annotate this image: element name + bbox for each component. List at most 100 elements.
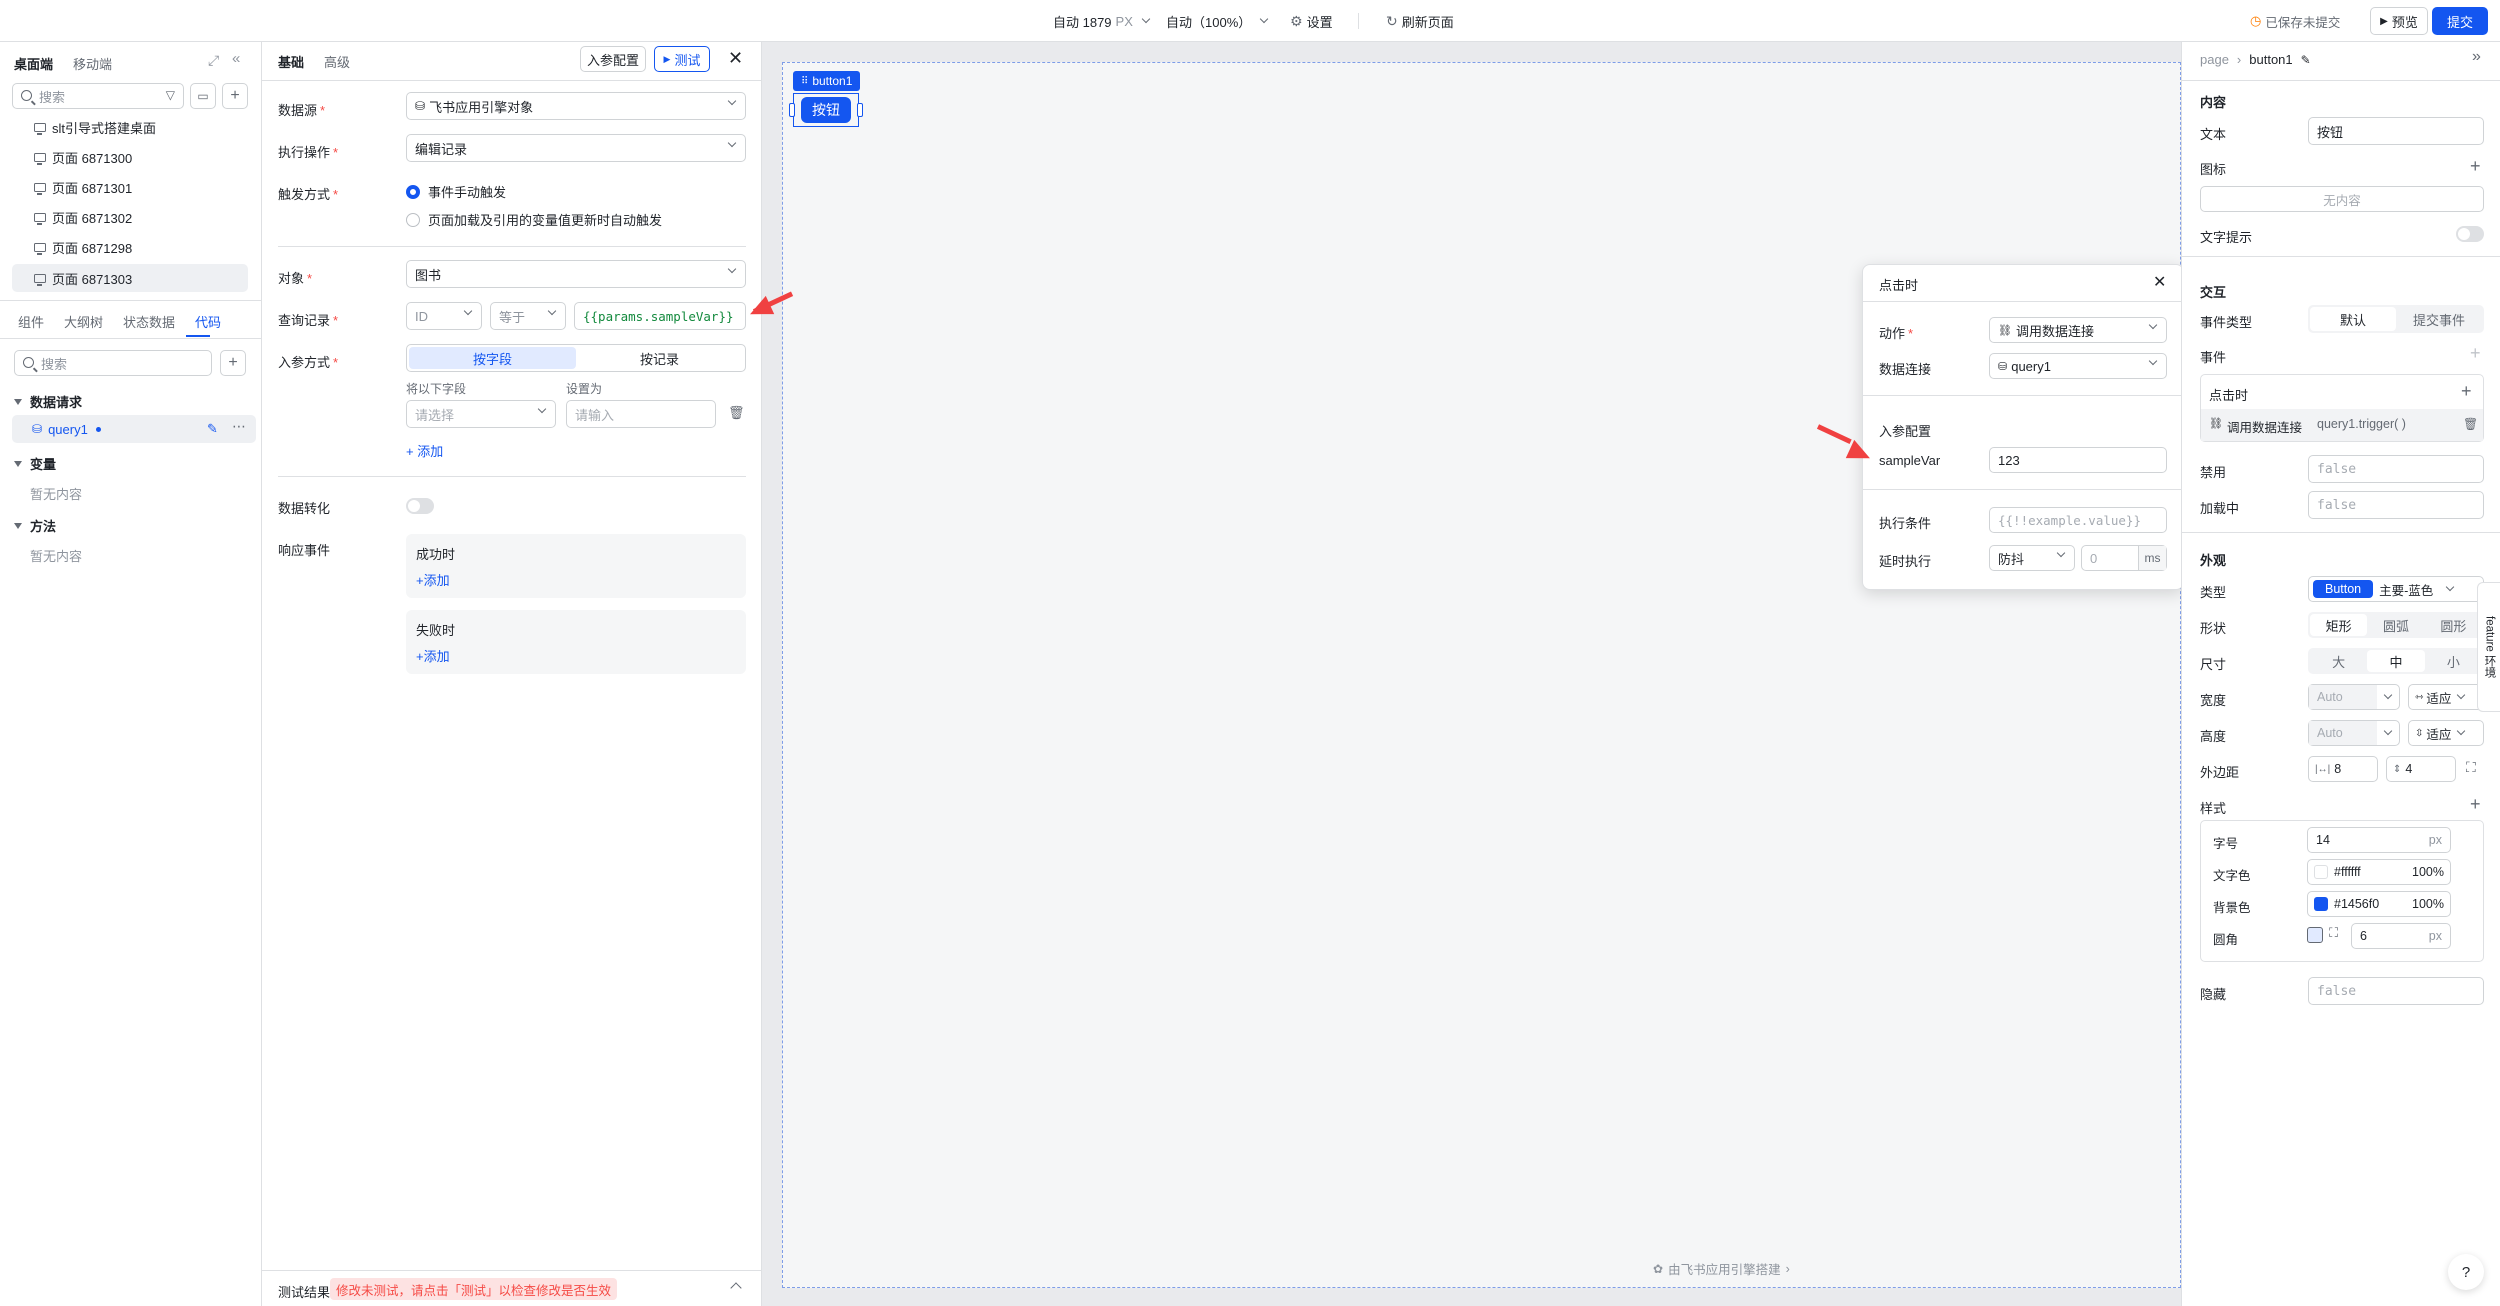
more-icon[interactable]: ⋯ (232, 418, 246, 435)
shape-toggle[interactable]: 矩形 圆弧 圆形 (2308, 612, 2484, 638)
help-button[interactable]: ? (2448, 1254, 2484, 1290)
event-action-row[interactable]: ⛓ 调用数据连接 query1.trigger( ) 🗑 (2201, 409, 2483, 441)
radius-individual-icon[interactable]: ⛶ (2329, 925, 2338, 941)
edit-icon[interactable]: ✎ (207, 421, 218, 437)
tab-components[interactable]: 组件 (18, 312, 44, 331)
edit-icon[interactable]: ✎ (2301, 53, 2311, 67)
canvas-width-select[interactable]: 自动 1879 PX (1053, 0, 1151, 42)
query-value-input[interactable]: {{params.sampleVar}} (574, 302, 746, 330)
bg-color-input[interactable]: #1456f0 100% (2307, 891, 2451, 917)
section-data-request[interactable]: 数据请求 (14, 392, 82, 411)
add-code-button[interactable]: + (220, 350, 246, 376)
zoom-select[interactable]: 自动（100%） (1166, 0, 1269, 42)
breadcrumb-root[interactable]: page (2200, 52, 2229, 67)
radius-input[interactable]: 6 px (2351, 923, 2451, 949)
collapse-panel-icon[interactable]: » (2472, 48, 2481, 66)
width-mode-select[interactable]: ⇿ 适应 (2408, 684, 2484, 710)
tab-mobile[interactable]: 移动端 (73, 54, 112, 73)
shape-round[interactable]: 圆弧 (2367, 614, 2424, 636)
height-mode-select[interactable]: ⇳ 适应 (2408, 720, 2484, 746)
field-select[interactable]: 请选择 (406, 400, 556, 428)
width-input[interactable]: Auto (2308, 684, 2400, 710)
condition-input[interactable]: {{!!example.value}} (1989, 507, 2167, 533)
page-item[interactable]: 页面 6871300 (34, 142, 132, 172)
chevron-up-icon[interactable] (730, 1282, 742, 1294)
resize-handle[interactable] (857, 103, 863, 117)
collapse-icon[interactable]: « (232, 50, 240, 67)
color-swatch[interactable] (2314, 865, 2328, 879)
margin-link-icon[interactable]: ⛶ (2466, 759, 2476, 776)
loading-input[interactable]: false (2308, 491, 2484, 519)
param-mode-toggle[interactable]: 按字段 按记录 (406, 344, 746, 372)
operation-select[interactable]: 编辑记录 (406, 134, 746, 162)
page-item[interactable]: 页面 6871298 (34, 232, 132, 262)
powered-by[interactable]: ✿ 由飞书应用引擎搭建 › (1653, 1259, 1790, 1278)
refresh-button[interactable]: ↻ 刷新页面 (1386, 0, 1454, 42)
page-search-input[interactable]: 搜索 ▽ (12, 83, 184, 109)
connection-select[interactable]: ⛁ query1 (1989, 353, 2167, 379)
param-value-input[interactable]: 123 (1989, 447, 2167, 473)
add-field-link[interactable]: + 添加 (406, 441, 443, 460)
submit-button[interactable]: 提交 (2432, 7, 2488, 35)
trigger-manual-radio[interactable]: 事件手动触发 (406, 182, 506, 201)
canvas-button[interactable]: 按钮 (801, 97, 851, 123)
margin-vertical-input[interactable]: ⇕ 4 (2386, 756, 2456, 782)
plus-icon[interactable]: + (2470, 795, 2481, 813)
action-select[interactable]: ⛓ 调用数据连接 (1989, 317, 2167, 343)
shape-rect[interactable]: 矩形 (2310, 614, 2368, 636)
tab-basic[interactable]: 基础 (278, 52, 304, 71)
feature-env-tab[interactable]: feature 环境 (2477, 582, 2500, 712)
tooltip-toggle[interactable] (2456, 226, 2484, 242)
size-toggle[interactable]: 大 中 小 (2308, 648, 2484, 674)
margin-horizontal-input[interactable]: |↔| 8 (2308, 756, 2378, 782)
text-input[interactable]: 按钮 (2308, 117, 2484, 145)
add-page-button[interactable]: + (222, 83, 248, 109)
close-icon[interactable]: ✕ (2153, 272, 2166, 292)
plus-icon[interactable]: + (2470, 157, 2481, 175)
close-icon[interactable]: ✕ (728, 48, 743, 69)
param-mode-by-field[interactable]: 按字段 (409, 347, 576, 369)
hidden-input[interactable]: false (2308, 977, 2484, 1005)
trash-icon[interactable]: 🗑 (2463, 417, 2478, 431)
color-swatch[interactable] (2314, 897, 2328, 911)
shape-circle[interactable]: 圆形 (2425, 614, 2482, 636)
page-item[interactable]: 页面 6871302 (34, 202, 132, 232)
size-medium[interactable]: 中 (2367, 650, 2425, 672)
resize-handle[interactable] (789, 103, 795, 117)
query-item[interactable]: ⛁ query1 (32, 415, 101, 443)
page-frame[interactable]: ⠿ button1 按钮 ✿ 由飞书应用引擎搭建 › (782, 62, 2181, 1288)
add-success-link[interactable]: +添加 (416, 570, 450, 589)
settings-button[interactable]: ⚙ 设置 (1290, 0, 1333, 42)
param-config-button[interactable]: 入参配置 (580, 46, 646, 72)
event-type-toggle[interactable]: 默认 提交事件 (2308, 305, 2484, 333)
tab-desktop[interactable]: 桌面端 (14, 54, 53, 73)
section-methods[interactable]: 方法 (14, 516, 56, 535)
transform-toggle[interactable] (406, 498, 434, 514)
object-select[interactable]: 图书 (406, 260, 746, 288)
page-item-active[interactable]: 页面 6871303 (34, 263, 132, 293)
icon-empty-slot[interactable]: 无内容 (2200, 186, 2484, 212)
tab-state[interactable]: 状态数据 (123, 312, 175, 331)
trigger-auto-radio[interactable]: 页面加载及引用的变量值更新时自动触发 (406, 210, 662, 229)
event-type-default[interactable]: 默认 (2310, 307, 2396, 331)
section-variables[interactable]: 变量 (14, 454, 56, 473)
font-size-input[interactable]: 14 px (2307, 827, 2451, 853)
delay-ms-input[interactable]: 0 ms (2081, 545, 2167, 571)
field-value-input[interactable]: 请输入 (566, 400, 716, 428)
page-item[interactable]: slt引导式搭建桌面 (34, 112, 156, 142)
add-fail-link[interactable]: +添加 (416, 646, 450, 665)
disabled-input[interactable]: false (2308, 455, 2484, 483)
filter-icon[interactable]: ▽ (166, 88, 175, 102)
event-type-submit[interactable]: 提交事件 (2396, 307, 2482, 331)
text-color-input[interactable]: #ffffff 100% (2307, 859, 2451, 885)
query-field-select[interactable]: ID (406, 302, 482, 330)
size-large[interactable]: 大 (2310, 650, 2367, 672)
trash-icon[interactable]: 🗑 (728, 405, 745, 421)
code-search-input[interactable]: 搜索 (14, 350, 212, 376)
expand-icon[interactable]: ⤢ (208, 52, 219, 69)
param-mode-by-record[interactable]: 按记录 (576, 347, 743, 369)
type-select[interactable]: Button 主要-蓝色 (2308, 576, 2484, 602)
datasource-select[interactable]: ⛁ 飞书应用引擎对象 (406, 92, 746, 120)
tab-outline[interactable]: 大纲树 (64, 312, 103, 331)
plus-icon[interactable]: + (2470, 344, 2481, 362)
